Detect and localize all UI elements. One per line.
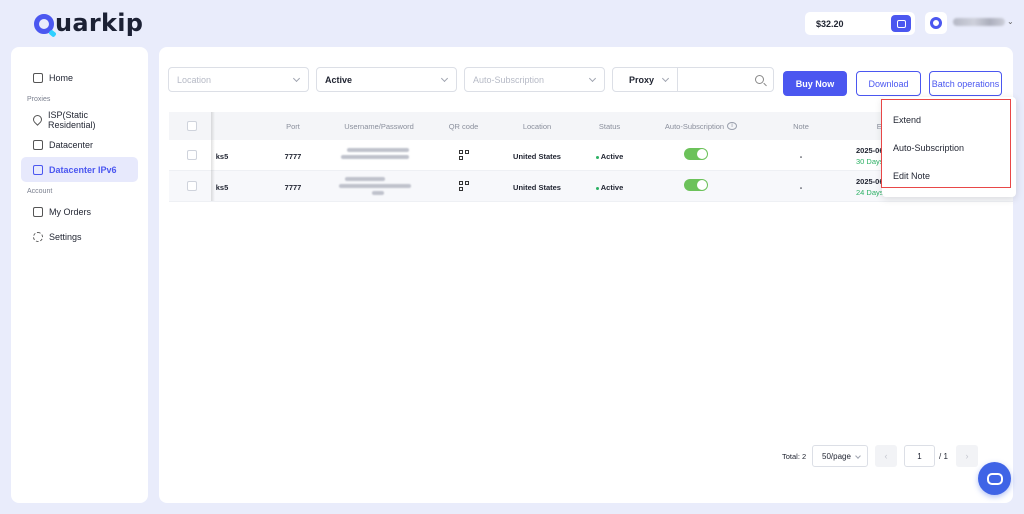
status-dot-icon	[595, 155, 599, 159]
chevron-down-icon	[855, 453, 861, 459]
sidebar-item-datacenter-ipv6[interactable]: Datacenter IPv6	[21, 157, 138, 182]
sidebar-item-settings[interactable]: Settings	[21, 224, 138, 249]
qr-code-icon[interactable]	[459, 181, 469, 191]
pagination-total: Total: 2	[782, 452, 807, 461]
user-email-redacted[interactable]	[953, 18, 1005, 26]
wallet-icon	[896, 19, 906, 28]
brand-logo[interactable]: uarkip	[34, 9, 143, 37]
info-icon[interactable]: i	[727, 122, 737, 130]
user-avatar-icon	[930, 17, 942, 29]
buy-now-button[interactable]: Buy Now	[783, 71, 847, 96]
page-count: / 1	[939, 452, 948, 461]
page-size-select[interactable]: 50/page	[812, 445, 868, 467]
auto-subscription-select[interactable]: Auto-Subscription	[464, 67, 605, 92]
chevron-down-icon	[292, 74, 301, 83]
row-status: Active	[592, 152, 627, 161]
select-all-checkbox[interactable]	[187, 121, 197, 131]
chevron-down-icon[interactable]: ⌄	[1007, 17, 1015, 26]
download-button[interactable]: Download	[856, 71, 921, 96]
col-username-password: Username/Password	[344, 121, 414, 131]
chevron-down-icon	[661, 74, 670, 83]
gear-icon	[33, 231, 43, 242]
sidebar-item-isp[interactable]: ISP(Static Residential)	[21, 107, 138, 132]
row-location: United States	[513, 183, 561, 192]
section-label-proxies: Proxies	[27, 96, 51, 103]
sidebar-item-my-orders[interactable]: My Orders	[21, 199, 138, 224]
status-dot-icon	[595, 186, 599, 190]
col-location: Location	[522, 121, 552, 131]
row-location: United States	[513, 152, 561, 161]
sidebar-item-label: My Orders	[49, 206, 92, 217]
sidebar-item-label: Home	[49, 72, 74, 83]
sidebar-item-label: Datacenter	[49, 139, 94, 150]
row-credentials-redacted	[341, 155, 409, 159]
sidebar-item-home[interactable]: Home	[21, 65, 138, 90]
row-note: -	[799, 183, 803, 192]
row-checkbox[interactable]	[187, 181, 197, 191]
batch-operations-button[interactable]: Batch operations	[929, 71, 1002, 96]
menu-item-auto-subscription[interactable]: Auto-Subscription	[893, 143, 964, 153]
auto-subscription-placeholder: Auto-Subscription	[473, 74, 545, 85]
sidebar-item-label: Settings	[49, 231, 82, 242]
wallet-button[interactable]	[891, 15, 911, 32]
row-credentials-redacted	[372, 191, 384, 195]
row-note: -	[799, 152, 803, 161]
chevron-down-icon	[588, 74, 597, 83]
status-select-value: Active	[325, 74, 353, 85]
top-bar: uarkip $32.20 ⌄	[0, 0, 1024, 46]
sidebar: Home Proxies ISP(Static Residential) Dat…	[11, 47, 148, 503]
proxy-type-value: Proxy	[629, 74, 655, 85]
location-pin-icon	[31, 113, 44, 126]
location-placeholder: Location	[177, 74, 212, 85]
sidebar-item-label: Datacenter IPv6	[49, 164, 117, 175]
col-status: Status	[598, 121, 621, 131]
col-note: Note	[793, 121, 809, 131]
row-status: Active	[592, 183, 627, 192]
section-label-account: Account	[27, 188, 53, 195]
location-select[interactable]: Location	[168, 67, 309, 92]
home-icon	[33, 72, 43, 83]
sidebar-item-label: ISP(Static Residential)	[48, 109, 96, 130]
chat-icon	[986, 472, 1003, 485]
row-credentials-redacted	[347, 148, 409, 152]
menu-item-extend[interactable]: Extend	[893, 115, 921, 125]
logo-mark-icon	[34, 14, 54, 34]
proxy-search-group: Proxy	[612, 67, 774, 92]
proxy-type-select[interactable]: Proxy	[613, 68, 678, 91]
search-icon[interactable]	[755, 75, 764, 84]
row-protocol: ks5	[215, 183, 229, 192]
auto-subscription-toggle[interactable]	[684, 148, 708, 160]
orders-icon	[33, 206, 43, 217]
qr-code-icon[interactable]	[459, 150, 469, 160]
support-chat-button[interactable]	[978, 462, 1011, 495]
row-credentials-redacted	[339, 184, 411, 188]
row-port: 7777	[284, 183, 302, 192]
fixed-column-shadow	[211, 112, 215, 201]
row-port: 7777	[284, 152, 302, 161]
avatar[interactable]	[925, 12, 947, 34]
sidebar-item-datacenter[interactable]: Datacenter	[21, 132, 138, 157]
search-input[interactable]	[678, 68, 773, 91]
auto-subscription-toggle[interactable]	[684, 179, 708, 191]
chevron-down-icon	[440, 74, 449, 83]
balance-amount: $32.20	[816, 18, 844, 29]
page-number-input[interactable]: 1	[904, 445, 935, 467]
next-page-button[interactable]: ›	[956, 445, 978, 467]
col-auto-subscription: Auto-Subscription	[664, 121, 725, 131]
menu-item-edit-note[interactable]: Edit Note	[893, 171, 930, 181]
status-select[interactable]: Active	[316, 67, 457, 92]
page-size-value: 50/page	[822, 451, 851, 461]
col-qr-code: QR code	[448, 121, 479, 131]
col-port: Port	[286, 121, 300, 131]
monitor-icon	[33, 164, 43, 175]
row-protocol: ks5	[215, 152, 229, 161]
prev-page-button[interactable]: ‹	[875, 445, 897, 467]
server-icon	[33, 139, 43, 150]
balance-display: $32.20	[805, 12, 915, 35]
row-checkbox[interactable]	[187, 150, 197, 160]
brand-name: uarkip	[55, 9, 144, 37]
row-credentials-redacted	[345, 177, 385, 181]
